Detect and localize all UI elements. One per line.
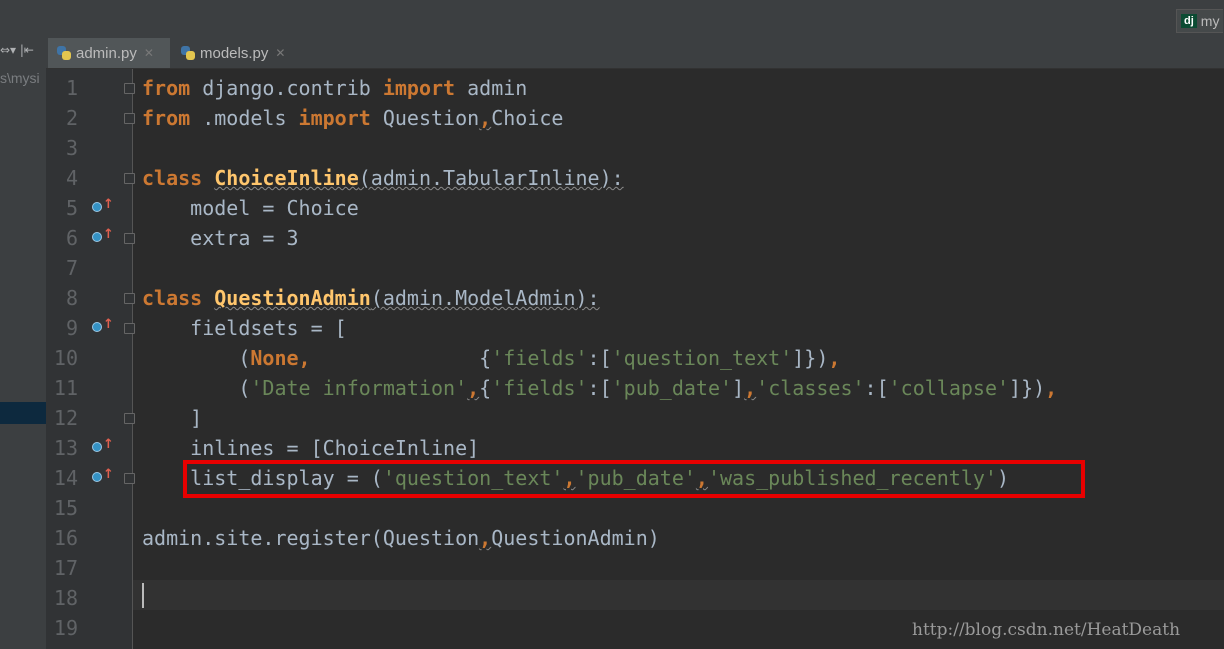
- django-icon: dj: [1181, 14, 1197, 28]
- override-marker-icon[interactable]: ↑: [91, 313, 114, 343]
- override-marker-icon[interactable]: ↑: [91, 223, 114, 253]
- code-line-12: ]: [142, 406, 203, 430]
- fold-marker-icon[interactable]: [123, 163, 135, 193]
- code-line-5: model = Choice: [142, 196, 359, 220]
- code-line-8: class QuestionAdmin(admin.ModelAdmin):: [142, 286, 600, 310]
- watermark: http://blog.csdn.net/HeatDeath: [912, 620, 1181, 640]
- line-number: 6: [65, 226, 78, 250]
- fold-marker-icon[interactable]: [123, 73, 135, 103]
- tab-label: admin.py: [76, 44, 137, 62]
- line-number: 15: [53, 496, 78, 520]
- project-tree-path: s\mysi: [0, 70, 40, 86]
- fold-marker-icon[interactable]: [123, 463, 135, 493]
- line-number: 16: [53, 526, 78, 550]
- code-line-1: from django.contrib import admin: [142, 76, 528, 100]
- project-badge[interactable]: dj my: [1176, 9, 1224, 33]
- tab-label: models.py: [200, 44, 269, 62]
- code-line-6: extra = 3: [142, 226, 299, 250]
- current-line-highlight: [133, 580, 1224, 610]
- line-number: 10: [53, 346, 78, 370]
- code-line-16: admin.site.register(Question,QuestionAdm…: [142, 526, 660, 550]
- navigation-bar: dj my: [0, 0, 1224, 39]
- override-marker-icon[interactable]: ↑: [91, 193, 114, 223]
- fold-marker-icon[interactable]: [123, 403, 135, 433]
- override-marker-icon[interactable]: ↑: [91, 433, 114, 463]
- tab-admin-py[interactable]: admin.py ✕: [48, 38, 170, 68]
- fold-marker-icon[interactable]: [123, 223, 135, 253]
- line-number: 11: [53, 376, 78, 400]
- line-number: 14: [53, 466, 78, 490]
- line-number: 12: [53, 406, 78, 430]
- highlight-annotation-box: [183, 460, 1085, 498]
- line-number: 9: [65, 316, 78, 340]
- code-line-9: fieldsets = [: [142, 316, 347, 340]
- close-icon[interactable]: ✕: [144, 46, 154, 60]
- code-line-10: (None, {'fields':['question_text']}),: [142, 346, 841, 370]
- line-number: 17: [53, 556, 78, 580]
- text-caret: [142, 583, 144, 608]
- line-number: 4: [65, 166, 78, 190]
- project-badge-label: my: [1200, 13, 1220, 29]
- line-number: 2: [65, 106, 78, 130]
- line-number: 5: [65, 196, 78, 220]
- fold-marker-icon[interactable]: [123, 313, 135, 343]
- editor-tab-bar: admin.py ✕ models.py ✕: [46, 38, 1224, 69]
- line-number: 13: [53, 436, 78, 460]
- fold-marker-icon[interactable]: [123, 103, 135, 133]
- tab-models-py[interactable]: models.py ✕: [172, 38, 302, 68]
- project-tree-selected-row[interactable]: [0, 402, 46, 424]
- python-file-icon: [180, 45, 196, 61]
- code-line-2: from .models import Question,Choice: [142, 106, 564, 130]
- line-number: 19: [53, 616, 78, 640]
- line-number: 7: [65, 256, 78, 280]
- python-file-icon: [56, 45, 72, 61]
- project-panel: [0, 38, 47, 649]
- line-number: 1: [65, 76, 78, 100]
- project-panel-toolbar[interactable]: ⇔▾ |⇤: [0, 43, 34, 57]
- code-line-4: class ChoiceInline(admin.TabularInline):: [142, 166, 624, 190]
- close-icon[interactable]: ✕: [275, 46, 285, 60]
- code-line-11: ('Date information',{'fields':['pub_date…: [142, 376, 1058, 400]
- fold-marker-icon[interactable]: [123, 283, 135, 313]
- code-line-13: inlines = [ChoiceInline]: [142, 436, 480, 460]
- line-number: 3: [65, 136, 78, 160]
- override-marker-icon[interactable]: ↑: [91, 463, 114, 493]
- line-number: 18: [53, 586, 78, 610]
- line-number: 8: [65, 286, 78, 310]
